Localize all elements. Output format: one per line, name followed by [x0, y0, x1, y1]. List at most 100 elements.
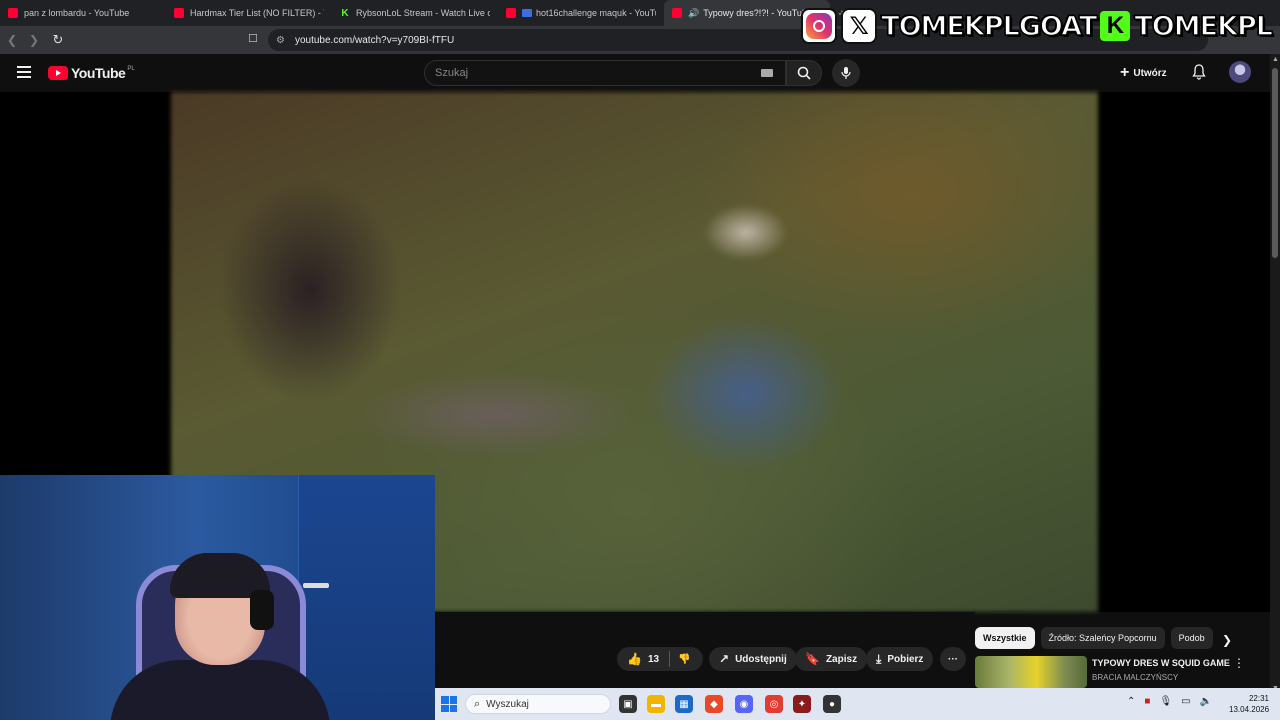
- avatar[interactable]: [1229, 61, 1251, 83]
- share-button[interactable]: ↗ Udostępnij: [709, 647, 797, 671]
- webcam-door: [298, 475, 435, 720]
- network-icon[interactable]: ▭: [1181, 696, 1190, 707]
- back-icon[interactable]: ❮: [2, 33, 22, 47]
- tab-title: pan z lombardu - YouTube: [24, 8, 130, 18]
- like-dislike-group: 👍 13 👎: [617, 647, 703, 671]
- chip-similar[interactable]: Podob: [1170, 627, 1213, 649]
- recommendation-chips: Wszystkie Źródło: Szaleńcy Popcornu Podo…: [975, 627, 1245, 649]
- like-count[interactable]: 13: [648, 654, 659, 665]
- save-button[interactable]: 🔖 Zapisz: [795, 647, 868, 671]
- plus-icon: +: [1120, 64, 1130, 81]
- microphone-icon[interactable]: 🎙: [1159, 696, 1172, 707]
- bookmark-icon[interactable]: ☐: [248, 32, 258, 45]
- instagram-icon: [801, 8, 838, 44]
- subtitles-icon: [522, 9, 532, 17]
- more-icon: ···: [948, 653, 958, 665]
- game-app-icon[interactable]: ✦: [793, 695, 811, 713]
- youtube-logo[interactable]: YouTube PL: [48, 65, 135, 81]
- volume-icon[interactable]: 🔈: [1200, 696, 1212, 707]
- search-placeholder: Szukaj: [435, 67, 469, 79]
- clock-date: 13.04.2026: [1229, 705, 1270, 714]
- create-button[interactable]: + Utwórz: [1120, 62, 1167, 84]
- scroll-up-icon[interactable]: ▲: [1272, 56, 1279, 63]
- reload-icon[interactable]: ↻: [48, 32, 68, 48]
- tab-title: Hardmax Tier List (NO FILTER) - YouT: [190, 8, 324, 18]
- more-actions-button[interactable]: ···: [940, 647, 966, 671]
- video-actions: 👍 13 👎 ↗ Udostępnij 🔖 Zapisz ⤓ Pobierz ·…: [435, 612, 975, 688]
- share-icon: ↗: [719, 652, 730, 666]
- create-label: Utwórz: [1133, 67, 1167, 79]
- tab-title: Typowy dres?!?! - YouTube: [703, 8, 808, 18]
- taskbar-search-input[interactable]: ⌕ Wyszukaj: [465, 694, 611, 714]
- recommended-video[interactable]: TYPOWY DRES W SQUID GAME BRACIA MALCZYŃS…: [975, 656, 1265, 688]
- search-icon: [797, 66, 811, 80]
- site-info-icon[interactable]: ⚙: [276, 35, 285, 46]
- clock[interactable]: 22:31 13.04.2026: [1229, 693, 1269, 715]
- notifications-button[interactable]: [1192, 64, 1206, 85]
- discord-icon[interactable]: ◉: [735, 695, 753, 713]
- microphone-icon: [841, 67, 851, 79]
- overlay-handle-kick: TOMEKPL: [1134, 10, 1274, 43]
- taskbar-search-placeholder: Wyszukaj: [486, 698, 529, 710]
- kick-icon: K: [341, 7, 349, 19]
- webcam-door-handle: [303, 583, 329, 588]
- file-explorer-icon[interactable]: ▬: [647, 695, 665, 713]
- video-title[interactable]: TYPOWY DRES W SQUID GAME: [1092, 658, 1230, 668]
- url-text: youtube.com/watch?v=y709BI-fTFU: [294, 34, 455, 46]
- thumbs-up-icon[interactable]: 👍: [627, 652, 642, 666]
- download-label: Pobierz: [887, 653, 924, 665]
- overlay-handle-x: TOMEKPLGOAT: [880, 10, 1098, 43]
- social-overlay: 𝕏 TOMEKPLGOAT K TOMEKPL: [801, 8, 1274, 44]
- save-label: Zapisz: [825, 653, 858, 665]
- scrollbar-thumb[interactable]: [1272, 68, 1278, 258]
- keyboard-icon[interactable]: [761, 69, 773, 77]
- brave-icon[interactable]: ◆: [705, 695, 723, 713]
- forward-icon[interactable]: ❯: [24, 33, 44, 47]
- logo-text: YouTube: [71, 65, 126, 81]
- menu-icon[interactable]: [17, 66, 31, 78]
- screen: pan z lombardu - YouTube Hardmax Tier Li…: [0, 0, 1280, 720]
- page-scrollbar[interactable]: ▲ ▼: [1270, 54, 1280, 694]
- bookmark-save-icon: 🔖: [805, 652, 820, 666]
- youtube-icon: [8, 8, 18, 18]
- x-icon: 𝕏: [841, 8, 878, 44]
- browser-tab[interactable]: K RybsonLoL Stream - Watch Live on K: [332, 0, 498, 26]
- channel-name[interactable]: BRACIA MALCZYŃSCY: [1092, 673, 1178, 682]
- clock-time: 22:31: [1248, 694, 1269, 703]
- share-label: Udostępnij: [735, 653, 787, 665]
- webcam-overlay: [0, 475, 435, 720]
- webcam-headset: [250, 590, 274, 630]
- chevron-up-icon[interactable]: ⌃: [1127, 696, 1135, 707]
- browser-tab[interactable]: pan z lombardu - YouTube: [0, 0, 166, 26]
- voice-search-button[interactable]: [832, 59, 860, 87]
- store-icon[interactable]: ▦: [675, 695, 693, 713]
- speaker-icon[interactable]: 🔊: [688, 8, 699, 19]
- browser-tab[interactable]: hot16challenge maquk - YouTub: [498, 0, 664, 26]
- chip-all[interactable]: Wszystkie: [975, 627, 1035, 649]
- browser-tab[interactable]: Hardmax Tier List (NO FILTER) - YouT: [166, 0, 332, 26]
- task-view-icon[interactable]: ▣: [619, 695, 637, 713]
- download-button[interactable]: ⤓ Pobierz: [866, 647, 934, 671]
- youtube-play-icon: [48, 66, 68, 80]
- chrome-icon[interactable]: ◎: [765, 695, 783, 713]
- tab-title: hot16challenge maquk - YouTub: [536, 8, 656, 18]
- youtube-header: YouTube PL Szukaj + Utwórz: [0, 54, 1270, 92]
- tray-app-icon[interactable]: ■: [1144, 696, 1150, 707]
- youtube-icon: [506, 8, 516, 18]
- search-button[interactable]: [786, 60, 822, 86]
- bell-icon: [1192, 64, 1206, 80]
- kick-icon: K: [1100, 11, 1131, 41]
- download-icon: ⤓: [876, 651, 882, 666]
- video-thumbnail[interactable]: [975, 656, 1087, 688]
- chip-source[interactable]: Źródło: Szaleńcy Popcornu: [1040, 627, 1165, 649]
- thumbs-down-icon[interactable]: 👎: [678, 654, 690, 665]
- tab-title: RybsonLoL Stream - Watch Live on K: [356, 8, 490, 18]
- taskbar: ⌕ Wyszukaj ▣ ▬ ▦ ◆ ◉ ◎ ✦ ● ⌃ ■ 🎙 ▭ 🔈 22:…: [435, 688, 1280, 720]
- system-tray: ⌃ ■ 🎙 ▭ 🔈: [1127, 696, 1212, 707]
- like-separator: [669, 651, 671, 667]
- search-input[interactable]: Szukaj: [424, 60, 786, 86]
- kebab-menu-icon[interactable]: ⋮: [1233, 656, 1245, 670]
- obs-icon[interactable]: ●: [823, 695, 841, 713]
- windows-start-icon[interactable]: [441, 696, 457, 712]
- chevron-right-icon[interactable]: ❯: [1222, 633, 1232, 647]
